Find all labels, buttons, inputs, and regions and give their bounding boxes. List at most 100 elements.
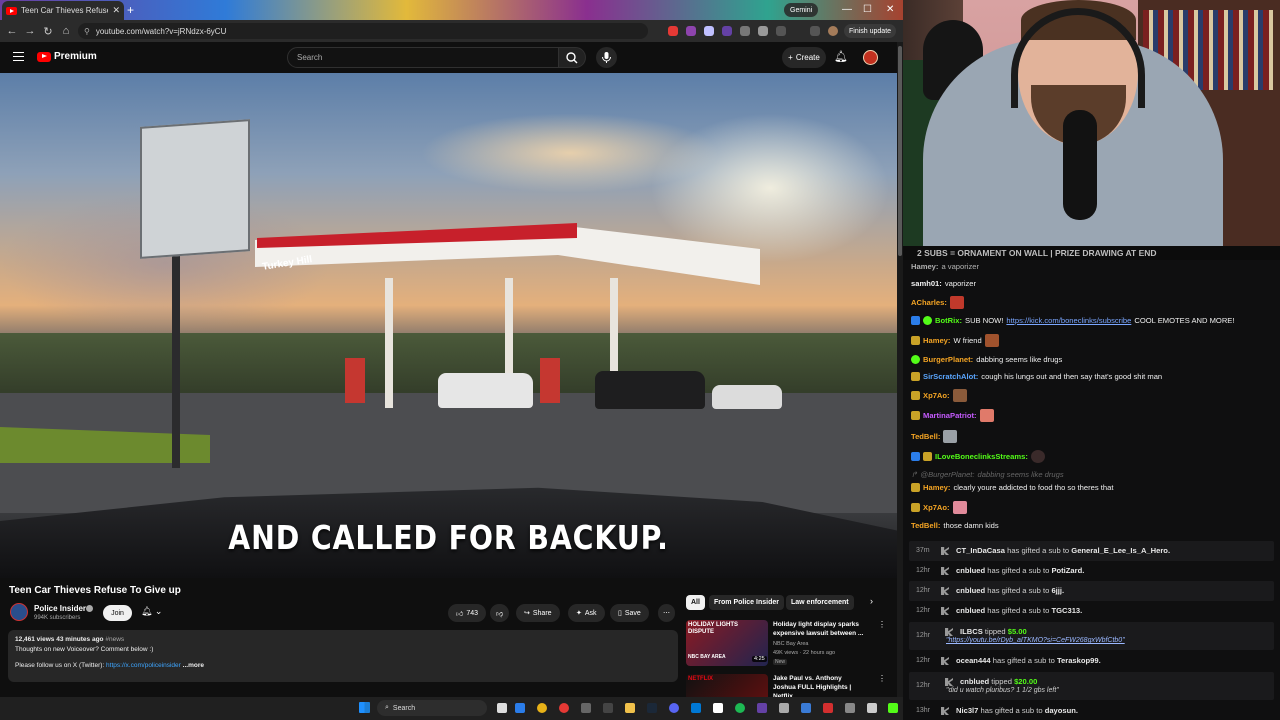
discord-icon[interactable] xyxy=(669,703,679,713)
twitch-extension-icon[interactable] xyxy=(722,26,732,36)
extensions-puzzle-icon[interactable] xyxy=(758,26,768,36)
share-button[interactable]: ↪ Share xyxy=(516,604,560,622)
new-tab-button[interactable]: + xyxy=(127,3,134,17)
search-button[interactable] xyxy=(559,47,586,68)
chat-username[interactable]: Xp7Ao: xyxy=(923,503,950,512)
spotify-icon[interactable] xyxy=(735,703,745,713)
chat-username[interactable]: TedBell: xyxy=(911,432,940,441)
chat-username[interactable]: ILoveBoneclinksStreams: xyxy=(935,452,1028,461)
app-icon[interactable] xyxy=(801,703,811,713)
save-button[interactable]: ▯ Save xyxy=(610,604,649,622)
extension-icon[interactable] xyxy=(740,26,750,36)
more-actions-button[interactable]: ⋯ xyxy=(658,604,675,622)
chat-username[interactable]: BurgerPlanet: xyxy=(923,355,973,364)
create-button[interactable]: + Create xyxy=(782,47,826,68)
show-more-link[interactable]: ...more xyxy=(183,662,204,669)
downloads-icon[interactable] xyxy=(776,26,786,36)
app-icon[interactable] xyxy=(603,703,613,713)
chat-username[interactable]: Hamey: xyxy=(923,483,950,492)
chat-username[interactable]: MartinaPatriot: xyxy=(923,411,977,420)
site-info-icon[interactable]: ⚲ xyxy=(84,27,90,36)
chat-username[interactable]: Hamey: xyxy=(911,262,938,271)
app-icon[interactable] xyxy=(845,703,855,713)
back-icon[interactable]: ← xyxy=(3,25,21,37)
video-player[interactable]: Turkey Hill AND CALLED FOR BACKUP. xyxy=(0,73,897,578)
extension-icon[interactable] xyxy=(686,26,696,36)
channel-name[interactable]: Police Insider xyxy=(34,604,86,613)
hashtag-link[interactable]: #news xyxy=(105,636,124,643)
search-input[interactable]: Search xyxy=(287,47,559,68)
join-button[interactable]: Join xyxy=(103,605,132,621)
close-window-button[interactable]: ✕ xyxy=(886,3,894,17)
app-icon[interactable] xyxy=(779,703,789,713)
chat-username[interactable]: SirScratchAlot: xyxy=(923,372,978,381)
reload-icon[interactable]: ↻ xyxy=(39,25,57,38)
tip-message-link[interactable]: "https://youtu.be/rDyb_aITKMO?si=CeFW268… xyxy=(946,637,1125,644)
chat-username[interactable]: samh01: xyxy=(911,279,942,288)
taskbar-search[interactable]: ⌕ Search xyxy=(377,700,487,716)
windows-start-icon[interactable] xyxy=(359,702,370,713)
finish-update-button[interactable]: Finish update xyxy=(844,24,897,38)
profile-avatar-icon[interactable] xyxy=(828,26,838,36)
chat-username[interactable]: ACharles: xyxy=(911,298,947,307)
chat-username[interactable]: @BurgerPlanet: xyxy=(920,470,974,479)
channel-avatar[interactable] xyxy=(10,603,28,621)
dislike-button[interactable]: 👎︎ xyxy=(490,604,510,622)
ask-button[interactable]: ✦ Ask xyxy=(568,604,605,622)
more-vertical-icon[interactable]: ⋮ xyxy=(878,620,886,629)
event-text: has gifted a sub to xyxy=(992,656,1055,665)
tab-close-icon[interactable]: ✕ xyxy=(112,5,120,16)
chat-username[interactable]: BotRix: xyxy=(935,316,962,325)
chat-username[interactable]: Xp7Ao: xyxy=(923,391,950,400)
notifications-bell-icon[interactable]: 🔔︎ xyxy=(834,50,848,63)
app-icon[interactable] xyxy=(691,703,701,713)
obs-icon[interactable] xyxy=(713,703,723,713)
event-row: 12hr ocean444 has gifted a sub to Terask… xyxy=(909,651,1274,671)
extension-icon[interactable] xyxy=(668,26,678,36)
event-time: 12hr xyxy=(916,587,931,594)
event-user: CT_InDaCasa xyxy=(956,546,1005,555)
gemini-button[interactable]: Gemini xyxy=(784,3,819,17)
chrome-profile-icon[interactable] xyxy=(559,703,569,713)
chevron-right-icon[interactable]: › xyxy=(870,596,873,606)
chat-username[interactable]: TedBell: xyxy=(911,521,940,530)
app-icon[interactable] xyxy=(757,703,767,713)
chrome-icon[interactable] xyxy=(537,703,547,713)
hamburger-menu-icon[interactable] xyxy=(13,52,24,61)
edge-icon[interactable] xyxy=(515,703,525,713)
chip-from-channel[interactable]: From Police Insider xyxy=(709,595,784,610)
home-icon[interactable]: ⌂ xyxy=(57,25,75,37)
steam-icon[interactable] xyxy=(647,703,657,713)
task-view-icon[interactable] xyxy=(497,703,507,713)
like-button[interactable]: 👍︎ 743 xyxy=(448,604,487,622)
twitter-link[interactable]: https://x.com/policeinsider xyxy=(106,662,181,669)
chip-law-enforcement[interactable]: Law enforcement xyxy=(786,595,854,610)
chip-all[interactable]: All xyxy=(686,595,705,610)
maximize-button[interactable]: ☐ xyxy=(863,3,872,17)
browser-tab[interactable]: Teen Car Thieves Refuse To Give ✕ xyxy=(2,1,124,20)
sidebar-icon[interactable] xyxy=(810,26,820,36)
moderator-badge-icon xyxy=(911,316,920,325)
file-explorer-icon[interactable] xyxy=(625,703,635,713)
kick-icon[interactable] xyxy=(888,703,898,713)
address-bar[interactable]: ⚲ youtube.com/watch?v=jRNdzx-6yCU xyxy=(78,23,648,39)
youtube-premium-logo[interactable]: Premium xyxy=(37,51,97,62)
recommended-video[interactable]: HOLIDAY LIGHTS DISPUTE NBC BAY AREA 4:25… xyxy=(686,620,886,672)
youtube-favicon-icon xyxy=(6,6,17,15)
chat-username[interactable]: Hamey: xyxy=(923,336,950,345)
more-vertical-icon[interactable]: ⋮ xyxy=(878,674,886,683)
app-icon[interactable] xyxy=(581,703,591,713)
app-icon[interactable] xyxy=(867,703,877,713)
subscribe-bell-dropdown[interactable]: 🔔︎ ⌄ xyxy=(141,606,162,617)
extension-icon[interactable] xyxy=(704,26,714,36)
recommended-video[interactable]: NETFLIX Jake Paul vs. Anthony Joshua FUL… xyxy=(686,674,886,697)
voice-search-button[interactable] xyxy=(596,47,617,68)
forward-icon[interactable]: → xyxy=(21,25,39,37)
minimize-button[interactable]: — xyxy=(842,3,852,17)
scrollbar-thumb[interactable] xyxy=(898,46,902,256)
description-box[interactable]: 12,461 views 43 minutes ago #news Though… xyxy=(8,630,678,682)
app-icon[interactable] xyxy=(823,703,833,713)
chat-link[interactable]: https://kick.com/boneclinks/subscribe xyxy=(1006,316,1131,325)
event-row: 37m CT_InDaCasa has gifted a sub to Gene… xyxy=(909,541,1274,561)
account-avatar[interactable] xyxy=(863,50,878,65)
